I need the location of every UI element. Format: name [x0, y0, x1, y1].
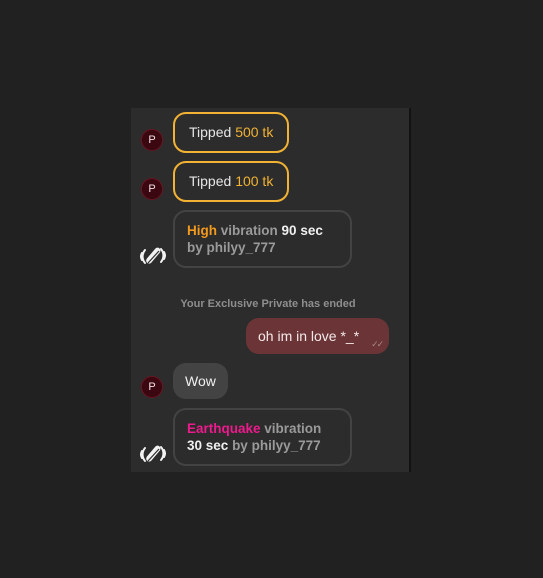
incoming-message-bubble[interactable]: Wow: [173, 363, 228, 399]
by-word: by: [232, 438, 248, 453]
tipper-username: philyy_777: [251, 438, 321, 453]
incoming-message-text: Wow: [185, 373, 216, 389]
tip-label: Tipped: [189, 124, 232, 140]
vibration-message: High vibration 90 sec by philyy_777: [173, 210, 352, 268]
sender-avatar[interactable]: P: [141, 129, 163, 151]
vibration-duration: 90 sec: [281, 223, 323, 238]
own-message-text: oh im in love *_*: [258, 328, 360, 344]
chat-panel[interactable]: P Tipped 500 tk P Tipped 100 tk High vib…: [131, 108, 411, 472]
own-message-bubble[interactable]: oh im in love *_* ✓✓: [246, 318, 390, 354]
tip-amount: 100 tk: [235, 173, 274, 189]
sender-avatar[interactable]: P: [141, 376, 163, 398]
tip-message: Tipped 100 tk: [173, 161, 290, 202]
vibration-level: High: [187, 223, 217, 238]
sender-avatar[interactable]: P: [141, 178, 163, 200]
vibration-duration: 30 sec: [187, 438, 229, 453]
tip-message: Tipped 500 tk: [173, 112, 290, 153]
vibration-level: Earthquake: [187, 421, 261, 436]
tip-amount: 500 tk: [235, 124, 274, 140]
vibrating-toy-icon: [140, 247, 166, 264]
by-word: by: [187, 240, 203, 255]
tip-label: Tipped: [189, 173, 232, 189]
double-check-icon: ✓✓: [371, 339, 384, 349]
vibration-word: vibration: [220, 223, 278, 238]
vibration-message: Earthquake vibration 30 sec by philyy_77…: [173, 408, 352, 466]
tipper-username: philyy_777: [206, 240, 276, 255]
system-notice: Your Exclusive Private has ended: [180, 298, 356, 310]
vibrating-toy-icon: [140, 445, 166, 462]
vibration-word: vibration: [264, 421, 322, 436]
